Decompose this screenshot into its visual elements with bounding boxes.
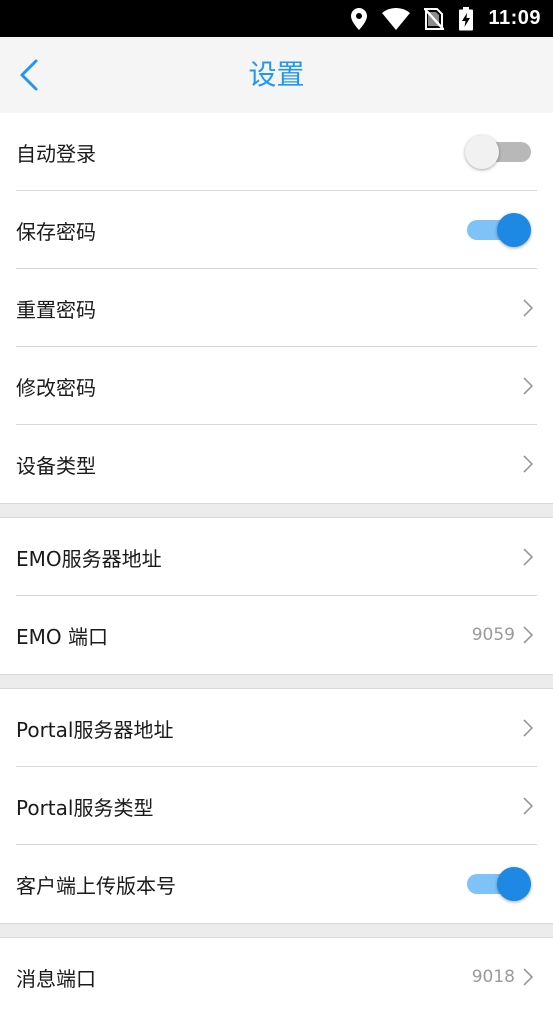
setting-label: EMO服务器地址	[16, 547, 162, 571]
battery-charging-icon	[459, 6, 474, 30]
setting-row-device-type[interactable]: 设备类型	[0, 425, 553, 503]
section-separator	[0, 503, 553, 518]
status-bar: 11:09	[0, 0, 553, 37]
setting-row-message-port[interactable]: 消息端口 9018	[0, 938, 553, 1016]
setting-row-auto-login: 自动登录	[0, 113, 553, 191]
chevron-right-icon	[523, 299, 534, 317]
settings-list: 自动登录 保存密码 重置密码 修改密码 设备类型 EMO服务器地址 EMO 端口…	[0, 113, 553, 1016]
setting-label: 设备类型	[16, 454, 96, 478]
setting-label: 消息端口	[16, 967, 96, 991]
setting-label: EMO 端口	[16, 625, 108, 649]
setting-label: 自动登录	[16, 142, 96, 166]
section-separator	[0, 923, 553, 938]
setting-row-change-password[interactable]: 修改密码	[0, 347, 553, 425]
save-password-toggle[interactable]	[465, 211, 533, 247]
setting-row-portal-server-address[interactable]: Portal服务器地址	[0, 689, 553, 767]
client-upload-version-toggle[interactable]	[465, 865, 533, 901]
setting-label: Portal服务器地址	[16, 718, 174, 742]
location-icon	[351, 7, 368, 30]
setting-label: Portal服务类型	[16, 796, 154, 820]
setting-row-emo-server-address[interactable]: EMO服务器地址	[0, 518, 553, 596]
auto-login-toggle[interactable]	[465, 133, 533, 169]
chevron-right-icon	[523, 968, 534, 986]
wifi-icon	[382, 7, 411, 30]
chevron-right-icon	[523, 377, 534, 395]
toggle-thumb	[465, 135, 499, 169]
app-bar: 设置	[0, 37, 553, 113]
setting-row-portal-service-type[interactable]: Portal服务类型	[0, 767, 553, 845]
setting-label: 保存密码	[16, 220, 96, 244]
setting-label: 客户端上传版本号	[16, 874, 176, 898]
chevron-right-icon	[523, 626, 534, 644]
chevron-left-icon	[20, 59, 38, 91]
chevron-right-icon	[523, 455, 534, 473]
chevron-right-icon	[523, 548, 534, 566]
setting-row-reset-password[interactable]: 重置密码	[0, 269, 553, 347]
setting-row-save-password: 保存密码	[0, 191, 553, 269]
toggle-thumb	[497, 867, 531, 901]
back-button[interactable]	[14, 55, 48, 95]
setting-label: 修改密码	[16, 376, 96, 400]
status-time: 11:09	[488, 7, 541, 29]
chevron-right-icon	[523, 719, 534, 737]
setting-row-client-upload-version: 客户端上传版本号	[0, 845, 553, 923]
toggle-thumb	[497, 213, 531, 247]
section-separator	[0, 674, 553, 689]
setting-value: 9059	[471, 625, 515, 645]
chevron-right-icon	[523, 797, 534, 815]
no-sim-icon	[424, 7, 445, 30]
setting-value: 9018	[471, 967, 515, 987]
setting-row-emo-port[interactable]: EMO 端口 9059	[0, 596, 553, 674]
page-title: 设置	[248, 58, 305, 91]
setting-label: 重置密码	[16, 298, 96, 322]
